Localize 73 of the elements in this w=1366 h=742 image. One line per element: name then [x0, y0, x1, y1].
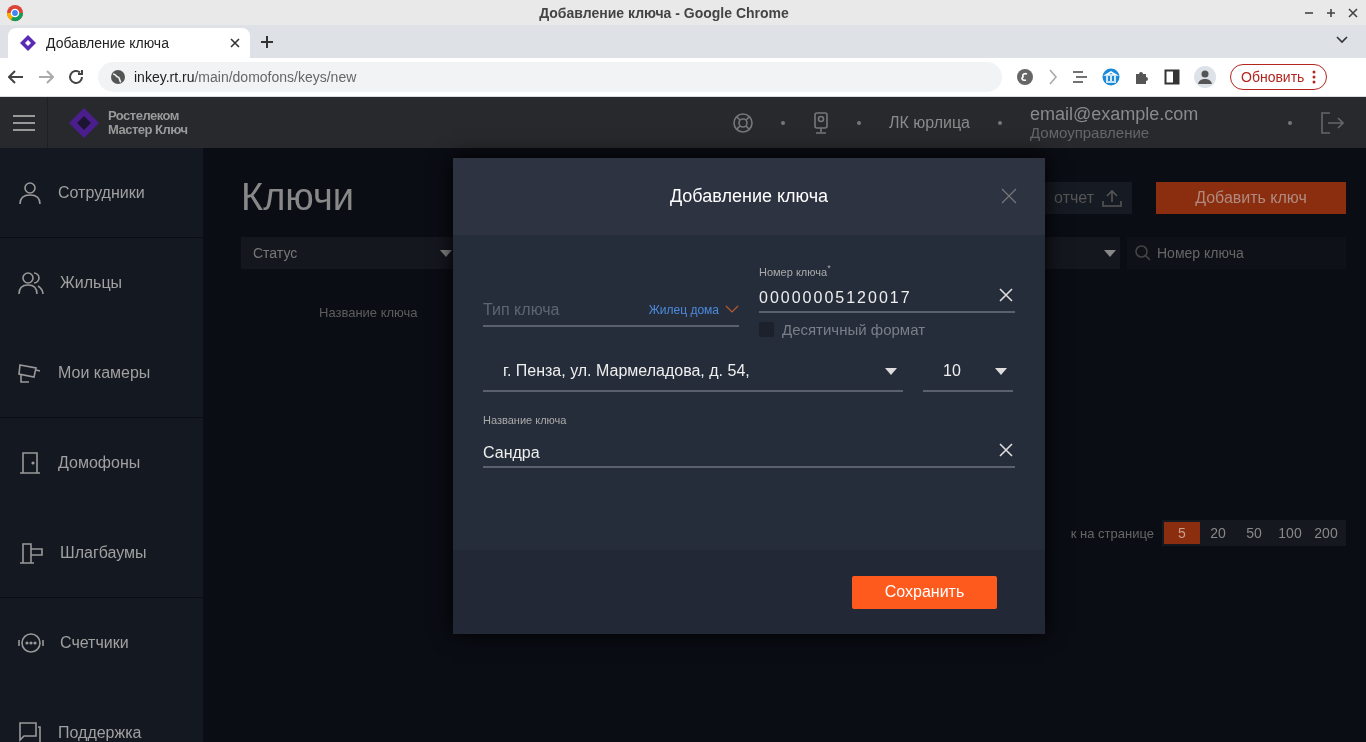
chat-icon [18, 720, 42, 742]
page-size-option[interactable]: 5 [1164, 522, 1200, 544]
caret-icon [1104, 249, 1116, 257]
clear-button[interactable] [999, 443, 1015, 459]
close-button[interactable] [1001, 188, 1017, 204]
sidebar-item[interactable]: Счетчики [0, 598, 203, 688]
caret-icon [885, 367, 897, 375]
tab-title: Добавление ключа [46, 35, 169, 51]
chevron-down-icon[interactable] [1336, 36, 1348, 44]
lifebuoy-icon[interactable] [733, 112, 754, 133]
sidebar-item[interactable]: Домофоны [0, 418, 203, 508]
logout-icon[interactable] [1320, 110, 1344, 135]
sidebar-icon[interactable] [1164, 69, 1180, 85]
organization-name: Домоуправление [1030, 123, 1150, 142]
reload-icon[interactable] [68, 69, 84, 85]
puzzle-icon[interactable] [1134, 69, 1150, 85]
per-page-label: к на странице [1070, 525, 1154, 541]
page-size-option[interactable]: 50 [1236, 522, 1272, 544]
profile-icon[interactable] [1194, 66, 1216, 88]
page-size-option[interactable]: 200 [1308, 522, 1344, 544]
brand-logo-icon [68, 106, 100, 139]
update-button[interactable]: Обновить [1230, 64, 1328, 90]
address-select[interactable]: г. Пенза, ул. Мармеладова, д. 54, [483, 352, 903, 392]
key-name-field[interactable]: Название ключа Сандра [483, 414, 1015, 468]
checkbox-label: Десятичный формат [782, 321, 926, 338]
key-number-field[interactable]: Номер ключа$^{*}$ 00000005120017 [759, 263, 1015, 313]
more-icon [1312, 70, 1317, 84]
meter-icon [18, 630, 44, 655]
people-icon [18, 270, 44, 295]
site-logo-icon [20, 35, 36, 51]
page-size-option[interactable]: 100 [1272, 522, 1308, 544]
back-icon[interactable] [8, 70, 24, 84]
window-title: Добавление ключа - Google Chrome [539, 4, 789, 21]
caret-icon [995, 367, 1007, 375]
close-icon[interactable] [230, 38, 240, 48]
close-icon [1001, 188, 1017, 204]
column-header: Название ключа [319, 305, 418, 320]
brand-name: Ростелеком Мастер Ключ [108, 108, 188, 137]
barrier-icon [18, 540, 44, 565]
sidebar-item[interactable]: Шлагбаумы [0, 508, 203, 598]
menu-icon[interactable] [12, 114, 35, 131]
browser-tab[interactable]: Добавление ключа [8, 28, 250, 58]
dialog-title: Добавление ключа [669, 186, 829, 207]
page-title: Ключи [241, 176, 354, 219]
close-icon[interactable] [1348, 7, 1358, 18]
maximize-icon[interactable] [1326, 7, 1336, 18]
list-icon[interactable] [1072, 70, 1088, 84]
new-tab-icon[interactable] [260, 34, 274, 49]
status-select[interactable]: Статус [241, 237, 456, 269]
clear-icon [999, 288, 1013, 302]
apartment-select[interactable]: 10 [923, 352, 1013, 392]
caret-icon [440, 249, 452, 257]
clear-icon [999, 443, 1013, 457]
extension-icon[interactable] [1016, 68, 1034, 86]
clear-button[interactable] [999, 288, 1015, 304]
page-size-option[interactable]: 20 [1200, 522, 1236, 544]
key-type-select[interactable]: Тип ключа Жилец дома [483, 263, 739, 327]
user-email: email@example.com [1030, 103, 1200, 124]
upload-icon [1102, 188, 1122, 207]
browser-logo-icon [6, 3, 24, 22]
address-field[interactable]: inkey.rt.ru/main/domofons/keys/new [98, 62, 1002, 92]
account-label[interactable]: ЛК юрлица [889, 113, 970, 132]
search-icon [1135, 245, 1151, 261]
door-icon [18, 450, 42, 475]
sidebar-item[interactable]: Сотрудники [0, 148, 203, 238]
intercom-icon[interactable] [813, 111, 830, 134]
sidebar-item[interactable]: Жильцы [0, 238, 203, 328]
person-icon [18, 180, 42, 205]
chevron-down-icon [725, 305, 739, 313]
bank-icon[interactable] [1102, 68, 1120, 86]
url-text: inkey.rt.ru/main/domofons/keys/new [134, 69, 357, 85]
sidebar-item[interactable]: Мои камеры [0, 328, 203, 418]
sidebar-item[interactable]: Поддержка [0, 688, 203, 742]
